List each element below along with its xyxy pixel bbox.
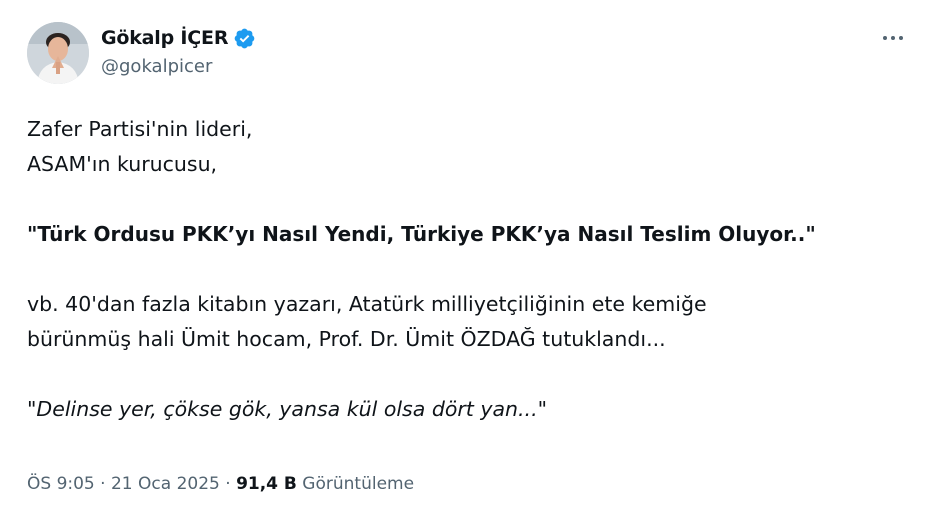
handle[interactable]: @gokalpicer: [101, 56, 256, 77]
views-label[interactable]: Görüntüleme: [302, 474, 414, 494]
avatar-image: [27, 22, 89, 84]
display-name[interactable]: Gökalp İÇER: [101, 27, 228, 49]
tweet-line: ASAM'ın kurucusu,: [27, 152, 218, 176]
meta-separator: ·: [219, 474, 237, 494]
author-block: Gökalp İÇER @gokalpicer: [101, 24, 256, 77]
tweet-meta: ÖS 9:05 · 21 Oca 2025 · 91,4 B Görüntüle…: [27, 474, 414, 494]
tweet-line: vb. 40'dan fazla kitabın yazarı, Atatürk…: [27, 292, 707, 316]
avatar[interactable]: [27, 22, 89, 84]
meta-separator: ·: [94, 474, 111, 494]
verified-badge-icon[interactable]: [233, 27, 256, 50]
tweet-text: Zafer Partisi'nin lideri, ASAM'ın kurucu…: [27, 112, 917, 427]
tweet-line: bürünmüş hali Ümit hocam, Prof. Dr. Ümit…: [27, 327, 666, 351]
tweet-date[interactable]: 21 Oca 2025: [111, 474, 220, 494]
more-options-button[interactable]: [877, 26, 909, 50]
tweet-time[interactable]: ÖS 9:05: [27, 474, 95, 494]
tweet-line-quote: "Delinse yer, çökse gök, yansa kül olsa …: [27, 397, 548, 421]
tweet-line: Zafer Partisi'nin lideri,: [27, 117, 253, 141]
views-count[interactable]: 91,4 B: [236, 474, 297, 494]
tweet-line-book-title: "Türk Ordusu PKK’yı Nasıl Yendi, Türkiye…: [27, 222, 816, 246]
name-row: Gökalp İÇER: [101, 24, 256, 52]
more-horizontal-icon: [883, 36, 887, 40]
tweet-card: Gökalp İÇER @gokalpicer Zafer Partisi'ni…: [0, 0, 939, 530]
